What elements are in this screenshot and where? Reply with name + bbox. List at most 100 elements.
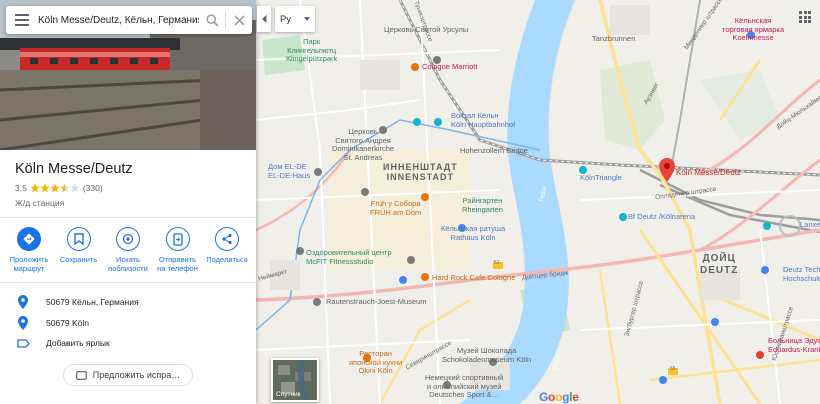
share-icon [215,227,239,251]
poi-train [413,118,421,126]
add-label-text: Добавить ярлык [46,338,110,348]
send-to-phone-button[interactable]: Отправить на телефон [155,227,201,274]
add-label-row[interactable]: Добавить ярлык [0,333,256,353]
map-label: Hard Rock Cafe Cologne [432,273,516,282]
directions-button[interactable]: Проложить маршрут [6,227,52,274]
feedback-icon [75,370,87,380]
star-icon [40,183,50,193]
plus-code-row[interactable]: 50679 Köln [0,313,256,333]
poi-train [434,118,442,126]
map-label: Музей Шоколада Schokoladenmuseum Köln [442,346,532,364]
map-label: Deutz Technisch Hochschule [783,265,820,283]
action-label: Проложить маршрут [9,255,49,274]
poi-restaurant [421,273,429,281]
poi-museum [313,298,321,306]
place-panel: Köln Messe/Deutz 3,5 (330) Ж/д станция П… [0,0,256,404]
suggest-edit-label: Предложить испра… [92,370,181,380]
place-pin-icon [0,295,46,309]
map-label: Райнгартен Rheingarten [462,196,503,214]
satellite-label: Спутник [276,391,301,398]
rating-value: 3,5 [15,183,27,193]
poi-hospital [756,351,764,359]
save-button[interactable]: Сохранить [56,227,102,274]
map-label: Früh у Собора FRÜH am Dom [370,199,422,217]
star-icon [50,183,60,193]
magnifier-icon[interactable] [199,6,225,34]
selected-place-map-label[interactable]: Köln Messe/Deutz [676,168,741,177]
map-label: Кёльнская ратуша Rathaus Köln [441,224,506,242]
collapse-panel-button[interactable] [257,6,271,32]
chevron-left-icon [261,15,266,23]
map-label: Оздоровительный центр McFIT Fitnessstudi… [306,248,392,266]
nearby-button[interactable]: Искать поблизости [105,227,151,274]
poi-restaurant [421,193,429,201]
star-icon [70,183,80,193]
place-type[interactable]: Ж/д станция [15,198,64,208]
language-value: Ру [280,13,292,25]
map-label: Дом EL-DE EL-DE-Haus [268,162,311,180]
bookmark-icon [66,227,91,251]
rating-row[interactable]: 3,5 (330) [15,183,103,193]
map-label: Lanxe [800,220,820,229]
map-label: Ресторан японской кухни Okini Köln [349,349,403,376]
language-select[interactable]: Ру [275,6,315,32]
label-icon [0,338,46,348]
poi-hotel [411,63,419,71]
map-label: Rautenstrauch-Joest-Museum [326,297,427,306]
poi-train [619,213,627,221]
map-label: Hohenzollern Bridge [460,146,528,155]
poi-school [761,266,769,274]
poi-train [763,222,771,230]
map-label: Tanzbrunnen [592,34,636,43]
search-input[interactable] [38,14,199,26]
action-label: Сохранить [59,255,98,264]
action-bar: Проложить маршрут Сохранить Искать побли… [6,227,250,274]
poi-shop [399,276,407,284]
send-to-phone-icon [165,227,190,251]
action-label: Поделиться [206,255,248,264]
google-logo: Google [539,390,579,404]
map-label: Немецкий спортивный и олимпийский музей … [425,373,504,400]
map-label: Вокзал Кёльн Köln Hauptbahnhof [451,111,516,129]
divider [0,217,256,218]
satellite-toggle[interactable]: Спутник [271,358,319,402]
map-label: Парк Клингельпютц Klingelpützpark [286,37,338,64]
apps-grid-icon[interactable] [799,11,811,23]
poi-transit [659,376,667,384]
place-title: Köln Messe/Deutz [15,161,133,177]
divider [0,282,256,283]
action-label: Искать поблизости [108,255,148,274]
place-pin-icon [0,316,46,330]
locality-text: 50679 Köln [46,318,90,328]
suggest-edit-button[interactable]: Предложить испра… [63,364,193,386]
nearby-search-icon [116,227,140,251]
selected-place-pin-icon[interactable] [659,158,675,182]
poi-fitness [296,247,304,255]
map-label: ДОЙЦ DEUTZ [700,253,739,276]
star-icon [60,183,70,193]
map-label: KölnTriangle [580,173,622,182]
poi-museum [361,188,369,196]
poi-transit [711,318,719,326]
map-label: Церковь Святого Андрея Dominikanerkirche… [332,127,395,162]
map-label: Cologne Marriott [422,62,478,71]
poi-museum [407,256,415,264]
review-count[interactable]: (330) [83,183,103,193]
rating-stars [30,183,80,193]
directions-icon [17,227,41,251]
map-label: ИННЕНШТАДТ INNENSTADT [383,162,458,183]
close-x-icon[interactable] [226,6,252,34]
action-label: Отправить на телефон [157,255,198,274]
share-button[interactable]: Поделиться [204,227,250,274]
poi-museum [314,168,322,176]
hamburger-menu-icon[interactable] [6,6,38,34]
address-row[interactable]: 50679 Кёльн, Германия [0,292,256,312]
map-label: Bf Deutz /Kölnarena [628,212,696,221]
road-shield-label: 55 [670,366,676,372]
map-label: Кёльнская торговая ярмарка Koelnmesse [722,16,784,43]
star-icon [30,183,40,193]
address-text: 50679 Кёльн, Германия [46,297,139,307]
road-shield-label: 51 [494,260,500,266]
dropdown-arrow-icon [304,17,310,21]
search-box[interactable] [6,6,252,34]
